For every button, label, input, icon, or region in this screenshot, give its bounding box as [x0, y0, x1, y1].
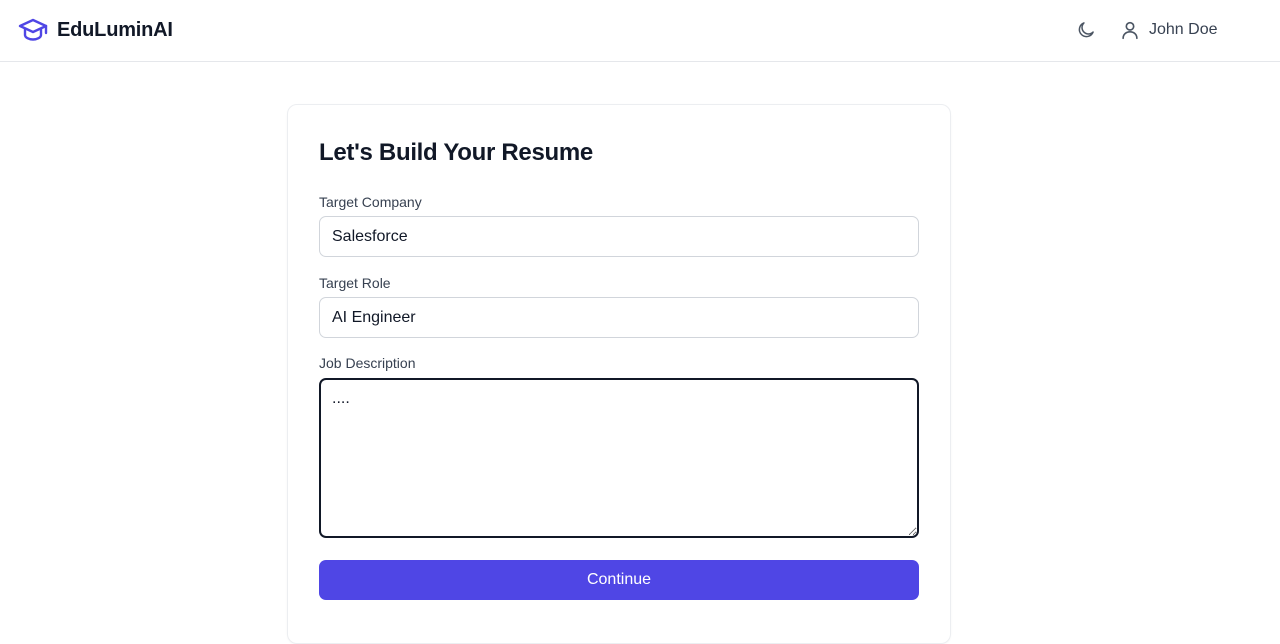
user-icon [1122, 21, 1138, 40]
top-navbar: EduLuminAI John Doe [0, 0, 1280, 62]
target-company-label: Target Company [319, 194, 422, 210]
target-company-input[interactable] [319, 216, 919, 257]
page-title: Let's Build Your Resume [319, 139, 593, 166]
user-menu[interactable]: John Doe [1119, 17, 1218, 43]
brand-logo[interactable]: EduLuminAI [18, 16, 173, 44]
target-role-label: Target Role [319, 275, 391, 291]
job-description-label: Job Description [319, 355, 416, 371]
continue-button[interactable]: Continue [319, 560, 919, 600]
target-role-input[interactable] [319, 297, 919, 338]
job-description-textarea[interactable]: .... [319, 378, 919, 538]
theme-toggle-button[interactable] [1075, 19, 1097, 41]
user-name: John Doe [1149, 21, 1218, 38]
graduation-cap-icon [18, 18, 48, 41]
moon-icon [1078, 22, 1094, 38]
resume-form-card: Let's Build Your Resume Target Company T… [287, 104, 951, 644]
brand-name: EduLuminAI [57, 18, 173, 41]
